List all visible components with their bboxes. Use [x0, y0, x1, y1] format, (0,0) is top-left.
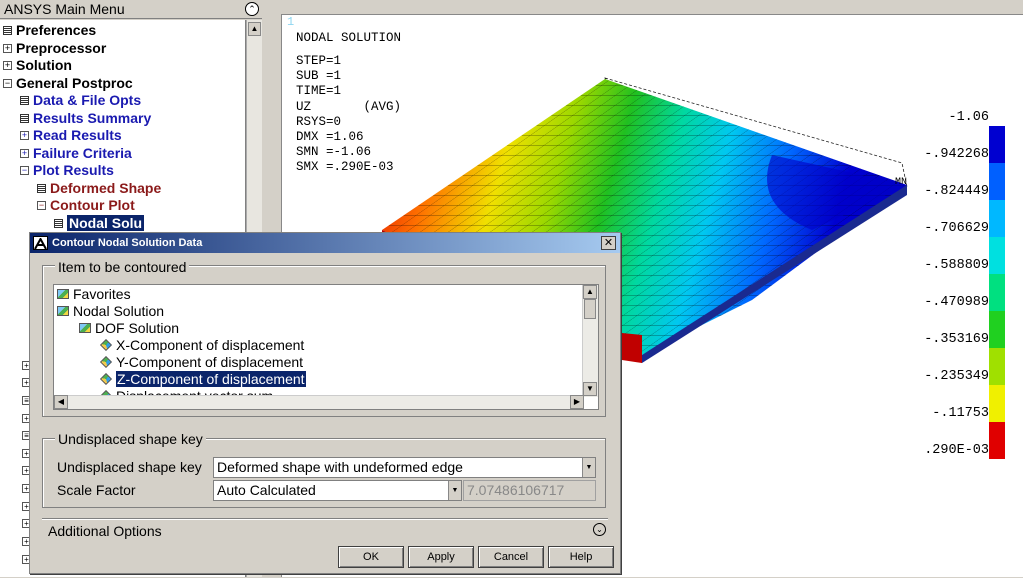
tree-item-x-component[interactable]: X-Component of displacement [99, 337, 304, 354]
dialog-title: Contour Nodal Solution Data [30, 233, 620, 253]
tree-item-nodal-solution[interactable]: Nodal Solution [57, 303, 164, 320]
additional-options-label: Additional Options [48, 523, 162, 539]
collapse-minus-icon[interactable]: − [20, 165, 29, 175]
legend-value: -.706629 [924, 221, 989, 236]
legend-swatch [989, 237, 1005, 274]
contour-nodal-solution-dialog: Contour Nodal Solution Data ✕ Item to be… [29, 232, 621, 574]
scroll-up-icon[interactable]: ▲ [248, 22, 261, 36]
legend-swatch [989, 311, 1005, 348]
folder-icon [57, 306, 69, 317]
ansys-logo-icon [33, 236, 48, 250]
scale-factor-select[interactable]: Auto Calculated ▼ [213, 480, 462, 501]
info-smn: SMN =-1.06 [296, 145, 372, 159]
legend-value: -.588809 [924, 258, 989, 273]
undisplaced-shape-key-label: Undisplaced shape key [57, 459, 202, 475]
info-rsys: RSYS=0 [296, 115, 342, 129]
menu-item-plot-results[interactable]: − Plot Results [20, 162, 114, 179]
scale-factor-number: 7.07486106717 [463, 480, 596, 501]
menu-item-read-results[interactable]: + Read Results [20, 127, 122, 144]
tree-item-favorites[interactable]: Favorites [57, 286, 131, 303]
cube-icon [99, 339, 113, 352]
tree-item-dof-solution[interactable]: DOF Solution [79, 320, 179, 337]
collapse-minus-icon[interactable]: − [37, 200, 46, 210]
menu-item-deformed-shape[interactable]: Deformed Shape [37, 180, 161, 197]
cube-icon [99, 356, 113, 369]
legend-swatch [989, 422, 1005, 459]
help-button[interactable]: Help [548, 546, 614, 568]
list-horizontal-scrollbar[interactable]: ◀ ▶ [54, 395, 584, 409]
info-sub: SUB =1 [296, 69, 342, 83]
legend-swatch [989, 126, 1005, 163]
legend-value: -.235349 [924, 369, 989, 384]
expand-plus-icon[interactable]: + [20, 130, 29, 140]
menu-item-data-file-opts[interactable]: Data & File Opts [20, 92, 141, 109]
tree-item-z-component[interactable]: Z-Component of displacement [99, 371, 306, 388]
info-title: NODAL SOLUTION [296, 31, 402, 45]
info-time: TIME=1 [296, 84, 342, 98]
folder-icon [79, 323, 91, 334]
info-step: STEP=1 [296, 54, 342, 68]
info-smx: SMX =.290E-03 [296, 160, 394, 174]
expand-icon[interactable]: ⌄ [593, 523, 606, 536]
apply-button[interactable]: Apply [408, 546, 474, 568]
undisplaced-shape-key-select[interactable]: Deformed shape with undeformed edge ▼ [213, 457, 596, 478]
ok-button[interactable]: OK [338, 546, 404, 568]
cube-icon [99, 373, 113, 386]
scroll-left-icon[interactable]: ◀ [54, 395, 68, 409]
menu-icon [3, 25, 12, 35]
menu-item-contour-plot[interactable]: − Contour Plot [37, 197, 135, 214]
folder-icon [57, 289, 69, 300]
info-uz: UZ (AVG) [296, 100, 402, 114]
legend-value: -.470989 [924, 295, 989, 310]
menu-item-general-postproc[interactable]: − General Postproc [3, 75, 133, 92]
scale-factor-value: Auto Calculated [217, 482, 316, 498]
item-tree-list[interactable]: Favorites Nodal Solution DOF Solution X-… [53, 284, 599, 410]
menu-item-solution[interactable]: + Solution [3, 57, 72, 74]
close-icon[interactable]: ✕ [601, 236, 616, 250]
tree-item-y-component[interactable]: Y-Component of displacement [99, 354, 303, 371]
item-group-label: Item to be contoured [55, 259, 190, 275]
info-dmx: DMX =1.06 [296, 130, 364, 144]
menu-icon [20, 95, 29, 105]
menu-icon [37, 183, 46, 193]
expand-plus-icon[interactable]: + [20, 148, 29, 158]
menu-icon [20, 113, 29, 123]
chevron-down-icon[interactable]: ▼ [448, 481, 461, 500]
legend-value: -.11753 [932, 406, 989, 421]
collapse-icon[interactable]: ⌃ [245, 2, 259, 16]
menu-item-failure-criteria[interactable]: + Failure Criteria [20, 145, 132, 162]
legend-swatch [989, 200, 1005, 237]
legend-value: -.353169 [924, 332, 989, 347]
scroll-thumb[interactable] [584, 299, 596, 319]
expand-plus-icon[interactable]: + [3, 43, 12, 53]
menu-item-results-summary[interactable]: Results Summary [20, 110, 151, 127]
legend-swatch [989, 348, 1005, 385]
menu-item-preprocessor[interactable]: + Preprocessor [3, 40, 106, 57]
menu-item-preferences[interactable]: Preferences [3, 22, 96, 39]
main-menu-title: ANSYS Main Menu [0, 0, 262, 19]
collapse-minus-icon[interactable]: − [3, 78, 12, 88]
legend-value: -1.06 [948, 110, 989, 125]
menu-item-nodal-solu[interactable]: Nodal Solu [54, 215, 145, 232]
legend-value: -.824449 [924, 184, 989, 199]
legend-swatch [989, 163, 1005, 200]
menu-icon [54, 218, 63, 228]
list-vertical-scrollbar[interactable]: ▲ ▼ [582, 285, 598, 397]
scroll-right-icon[interactable]: ▶ [570, 395, 584, 409]
scale-factor-label: Scale Factor [57, 482, 136, 498]
cancel-button[interactable]: Cancel [478, 546, 544, 568]
expand-plus-icon[interactable]: + [3, 60, 12, 70]
additional-options-section[interactable]: Additional Options ⌄ [42, 518, 608, 540]
legend-value: .290E-03 [924, 443, 989, 458]
chevron-down-icon[interactable]: ▼ [582, 458, 595, 477]
legend-swatch [989, 385, 1005, 422]
undisplaced-group-label: Undisplaced shape key [55, 431, 206, 447]
legend-swatch [989, 274, 1005, 311]
undisplaced-shape-value: Deformed shape with undeformed edge [217, 459, 463, 475]
scroll-down-icon[interactable]: ▼ [583, 382, 597, 396]
legend-value: -.942268 [924, 147, 989, 162]
scroll-up-icon[interactable]: ▲ [583, 285, 597, 299]
